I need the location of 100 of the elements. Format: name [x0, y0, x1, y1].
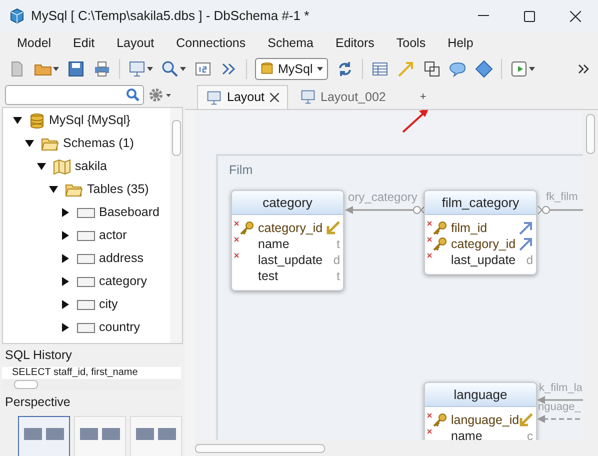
search-icon[interactable]: [126, 88, 140, 102]
table-icon: [77, 300, 95, 310]
dropdown-arrow-icon[interactable]: [53, 67, 59, 71]
database-dropdown[interactable]: MySql: [255, 58, 328, 80]
key-icon: [432, 413, 447, 427]
table-icon: [77, 322, 95, 332]
close-icon: [570, 10, 580, 22]
zoom-icon[interactable]: [161, 60, 179, 78]
column-name: language_id: [450, 412, 520, 429]
group-title: Film: [229, 162, 253, 179]
minimize-icon: [478, 15, 488, 17]
column-type: d: [333, 252, 340, 269]
table-name: film_category: [442, 194, 520, 212]
folder-icon: [41, 136, 59, 150]
tree-item[interactable]: Schemas (1): [63, 134, 134, 153]
menu-item[interactable]: Editors: [324, 32, 386, 55]
menu-item[interactable]: Help: [436, 32, 484, 55]
column-name: test: [258, 268, 278, 285]
column-type: c: [527, 428, 533, 440]
column-type: t: [336, 236, 340, 253]
menu-item[interactable]: Connections: [165, 32, 257, 55]
expanded-arrow-icon[interactable]: [13, 116, 25, 125]
tree-item[interactable]: MySql {MySql}: [49, 111, 130, 130]
dropdown-arrow-icon[interactable]: [180, 67, 186, 71]
close-icon[interactable]: [270, 93, 279, 102]
overflow-chevron-icon[interactable]: [578, 64, 590, 74]
search-field[interactable]: [5, 84, 144, 104]
panel-title: Perspective: [5, 394, 70, 412]
table-name: category: [262, 194, 312, 212]
table-icon[interactable]: [370, 60, 389, 78]
annotation-arrow: [401, 110, 431, 134]
key-icon: [433, 221, 447, 235]
table-name: language: [454, 386, 508, 404]
column-name: last_update: [258, 252, 323, 269]
table-icon: [77, 254, 95, 264]
number-box-icon[interactable]: [194, 60, 212, 78]
tree-item[interactable]: country: [99, 318, 140, 337]
monitor-icon: [206, 90, 222, 106]
relation-label: nguage_: [538, 401, 581, 414]
column-name: name: [451, 428, 482, 440]
dropdown-arrow-icon[interactable]: [147, 67, 153, 71]
settings-icon[interactable]: [148, 86, 172, 102]
map-icon: [53, 158, 71, 174]
table-node[interactable]: language language_id name c: [424, 382, 537, 440]
dropdown-arrow-icon: [316, 67, 323, 71]
menu-item[interactable]: Model: [6, 32, 62, 55]
column-name: film_id: [451, 220, 488, 237]
folder-icon: [65, 182, 83, 196]
printer-icon[interactable]: [93, 60, 111, 78]
tab[interactable]: Layout_002: [292, 85, 394, 109]
perspective-thumbnail[interactable]: [18, 416, 70, 456]
dropdown-arrow-icon[interactable]: [528, 67, 535, 71]
relation-label: k_film_la: [539, 382, 582, 395]
expanded-arrow-icon[interactable]: [25, 139, 37, 148]
expanded-arrow-icon[interactable]: [49, 185, 61, 194]
table-icon: [77, 208, 95, 218]
database-icon: [29, 112, 45, 128]
app-icon: [9, 8, 25, 24]
column-type: t: [336, 268, 340, 285]
tree-item[interactable]: address: [99, 249, 144, 268]
vertical-scrollbar[interactable]: [170, 108, 182, 343]
maximize-icon: [524, 10, 534, 22]
relation-line: [537, 396, 583, 404]
panel-title: SQL History: [5, 347, 72, 364]
relation-line: [538, 205, 583, 215]
relation-line: [537, 415, 583, 423]
relation-label: fk_film: [546, 191, 578, 204]
menu-item[interactable]: Edit: [62, 32, 106, 55]
tree-item[interactable]: actor: [99, 226, 127, 245]
window-title: MySql [ C:\Temp\sakila5.dbs ] - DbSchema #-1 *: [31, 7, 310, 26]
column-name: last_update: [451, 252, 516, 269]
tree-item[interactable]: category: [99, 272, 147, 291]
tree-item[interactable]: Tables (35): [87, 180, 149, 199]
database-icon: [260, 62, 274, 76]
table-icon: [77, 276, 95, 286]
menu-item[interactable]: Tools: [385, 32, 437, 55]
expanded-arrow-icon[interactable]: [37, 162, 49, 171]
monitor-icon[interactable]: [128, 60, 146, 78]
tree-item[interactable]: city: [99, 295, 118, 314]
overlap-squares-icon[interactable]: [422, 60, 441, 78]
menu-item[interactable]: Schema: [256, 32, 324, 55]
key-icon: [433, 237, 447, 251]
table-node[interactable]: film_category film_id category_id last_update d: [424, 190, 537, 275]
speech-bubble-icon[interactable]: [448, 60, 467, 78]
tab[interactable]: Layout: [197, 85, 288, 109]
relation-label: ory_category: [348, 191, 418, 204]
diamond-icon[interactable]: [474, 60, 493, 78]
column-type: d: [526, 252, 533, 269]
key-icon: [240, 221, 254, 235]
monitor-icon: [300, 89, 316, 105]
column-name: category_id: [451, 236, 516, 253]
new-tab-button[interactable]: +: [420, 88, 426, 105]
table-icon: [77, 230, 95, 240]
menu-item[interactable]: Layout: [106, 32, 166, 55]
column-name: name: [258, 236, 290, 253]
table-node[interactable]: category category_id name t last_update d test t: [231, 190, 344, 291]
run-script-icon[interactable]: [510, 60, 528, 78]
tree-item[interactable]: Baseboard: [99, 203, 160, 222]
save-icon[interactable]: [67, 60, 85, 78]
tree-item[interactable]: sakila: [75, 157, 107, 176]
